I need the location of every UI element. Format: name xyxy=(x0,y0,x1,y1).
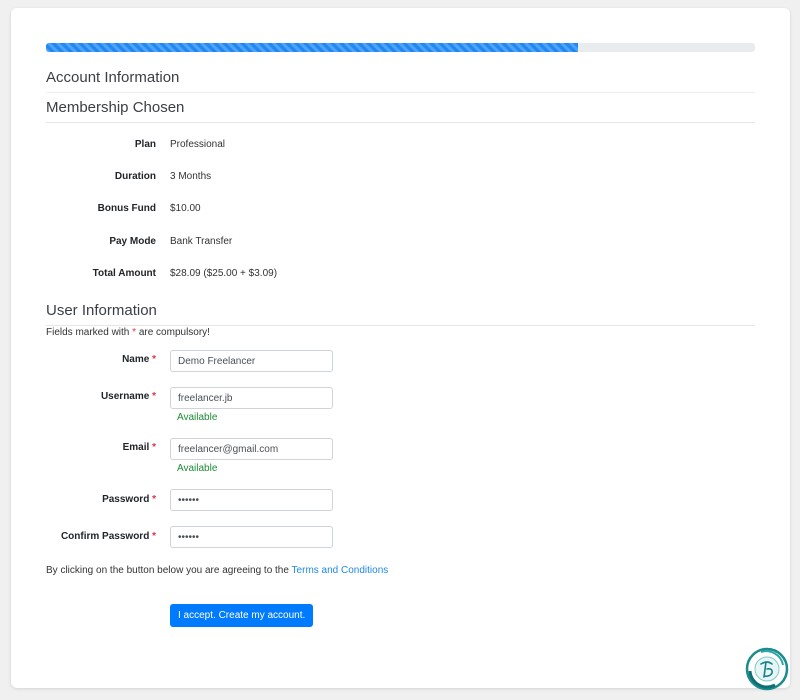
confirm-password-label-text: Confirm Password xyxy=(60,531,150,542)
email-label: Email * xyxy=(46,442,156,453)
confirm-password-input[interactable] xyxy=(170,526,333,548)
username-required-marker: * xyxy=(152,391,156,402)
site-logo-icon[interactable] xyxy=(745,647,789,691)
duration-label: Duration xyxy=(114,171,156,182)
email-required-marker: * xyxy=(152,442,156,453)
email-label-text: Email xyxy=(122,442,150,453)
membership-row-plan: Plan Professional xyxy=(46,135,755,155)
email-availability-status: Available xyxy=(177,463,218,474)
plan-label: Plan xyxy=(134,139,156,150)
compulsory-note-suffix: are compulsory! xyxy=(136,327,210,338)
password-required-marker: * xyxy=(152,494,156,505)
bonus-fund-label: Bonus Fund xyxy=(97,203,156,214)
total-amount-value: $28.09 ($25.00 + $3.09) xyxy=(170,268,278,279)
user-information-heading: User Information xyxy=(46,301,755,326)
membership-chosen-heading: Membership Chosen xyxy=(46,98,755,123)
password-label-text: Password xyxy=(102,494,150,505)
compulsory-note-prefix: Fields marked with xyxy=(46,327,133,338)
name-label-text: Name xyxy=(122,354,150,365)
plan-value: Professional xyxy=(170,139,226,150)
membership-row-duration: Duration 3 Months xyxy=(46,167,755,187)
progress-bar-track xyxy=(46,43,755,52)
terms-notice-text: By clicking on the button below you are … xyxy=(46,565,292,576)
terms-notice: By clicking on the button below you are … xyxy=(46,565,388,576)
confirm-password-label: Confirm Password * xyxy=(46,531,156,542)
create-account-button[interactable]: I accept. Create my account. xyxy=(170,604,314,627)
confirm-password-required-marker: * xyxy=(152,531,156,542)
compulsory-note: Fields marked with * are compulsory! xyxy=(46,327,210,338)
membership-row-bonus-fund: Bonus Fund $10.00 xyxy=(46,199,755,219)
terms-and-conditions-link[interactable]: Terms and Conditions xyxy=(292,565,389,576)
password-input[interactable] xyxy=(170,489,333,511)
name-required-marker: * xyxy=(152,354,156,365)
password-label: Password * xyxy=(46,494,156,505)
membership-row-total-amount: Total Amount $28.09 ($25.00 + $3.09) xyxy=(46,264,755,284)
registration-card: Account Information Membership Chosen Pl… xyxy=(11,8,790,688)
username-availability-status: Available xyxy=(177,412,218,423)
email-input[interactable] xyxy=(170,438,333,460)
membership-row-pay-mode: Pay Mode Bank Transfer xyxy=(46,232,755,252)
username-label-text: Username xyxy=(100,391,150,402)
progress-bar-fill xyxy=(46,43,578,52)
username-label: Username * xyxy=(46,391,156,402)
pay-mode-value: Bank Transfer xyxy=(170,236,233,247)
pay-mode-label: Pay Mode xyxy=(109,236,156,247)
name-label: Name * xyxy=(46,354,156,365)
bonus-fund-value: $10.00 xyxy=(170,203,201,214)
total-amount-label: Total Amount xyxy=(92,268,156,279)
account-information-heading: Account Information xyxy=(46,68,755,93)
name-input[interactable] xyxy=(170,350,333,372)
duration-value: 3 Months xyxy=(170,171,212,182)
site-logo-svg xyxy=(745,647,789,691)
username-input[interactable] xyxy=(170,387,333,409)
